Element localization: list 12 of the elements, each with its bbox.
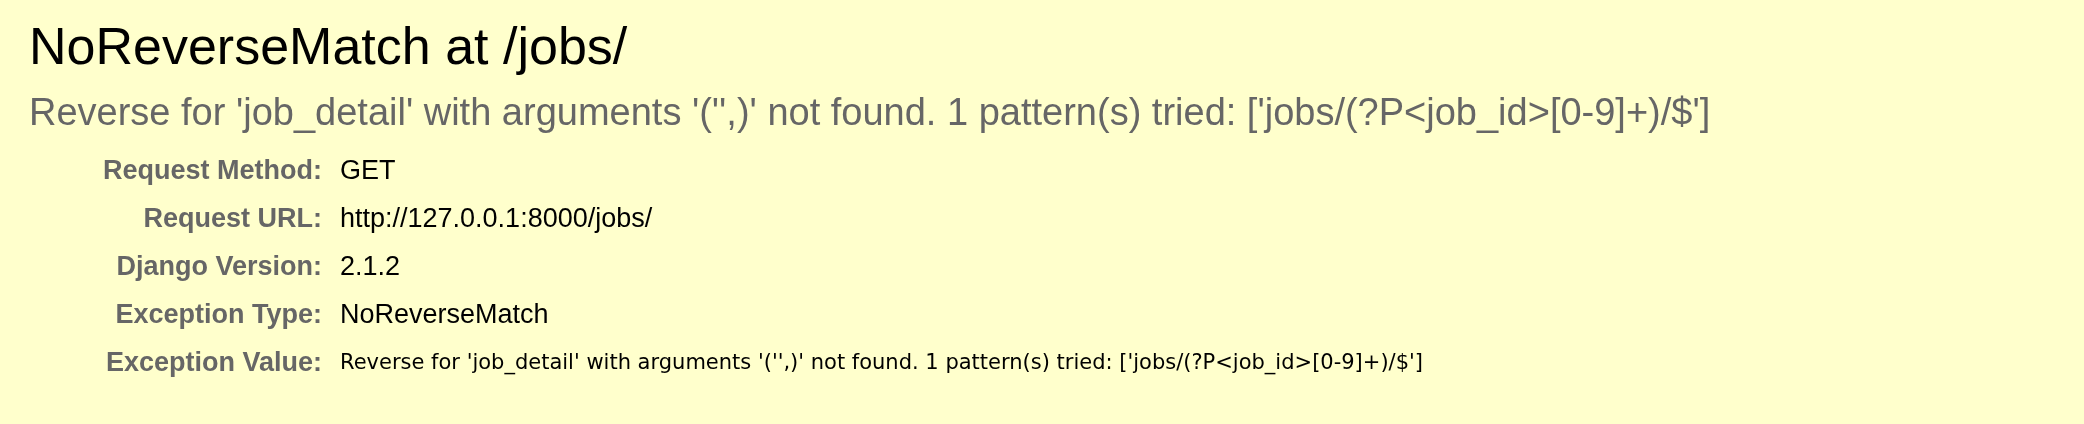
page-title: NoReverseMatch at /jobs/ — [29, 16, 629, 77]
field-label: Exception Type: — [114, 298, 322, 331]
error-message: Reverse for 'job_detail' with arguments '('',)' not found. 1 pattern(s) tried: ['jobs/(?P<job_id>[0-9]+)/$'] — [29, 90, 1712, 135]
field-label: Django Version: — [115, 250, 322, 283]
field-value: http://127.0.0.1:8000/jobs/ — [340, 202, 654, 235]
field-label: Request URL: — [142, 202, 322, 235]
field-value: GET — [340, 154, 397, 187]
field-label: Request Method: — [103, 154, 322, 187]
field-value: 2.1.2 — [340, 250, 402, 283]
field-value: Reverse for 'job_detail' with arguments '('',)' not found. 1 pattern(s) tried: ['jobs/(?P<job_id>[0-9]+)/$'] — [340, 349, 1424, 377]
field-label: Exception Value: — [104, 346, 322, 379]
field-value: NoReverseMatch — [340, 298, 550, 331]
